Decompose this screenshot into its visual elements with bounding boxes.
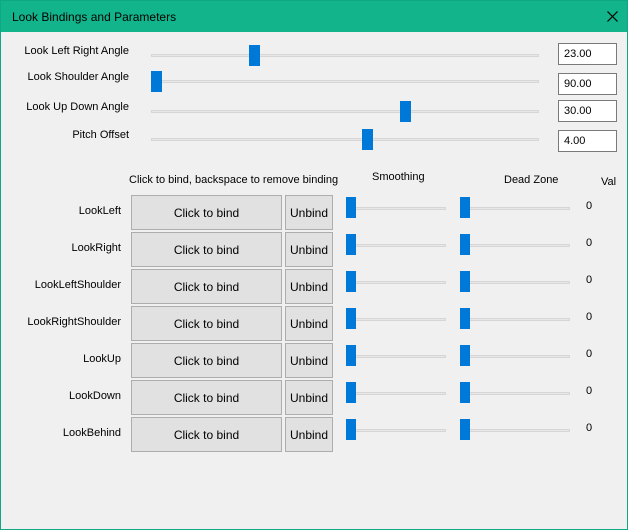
click-to-bind-button[interactable]: Click to bind: [131, 380, 282, 415]
binding-value: 0: [586, 311, 593, 323]
param-slider-thumb[interactable]: [400, 101, 411, 122]
binding-label: LookLeft: [78, 205, 121, 217]
deadzone-slider-thumb[interactable]: [460, 345, 470, 366]
click-to-bind-button[interactable]: Click to bind: [131, 195, 282, 230]
binding-label: LookRightShoulder: [27, 316, 121, 328]
param-value-input[interactable]: 4.00: [558, 130, 617, 152]
click-to-bind-button[interactable]: Click to bind: [131, 417, 282, 452]
param-value-input[interactable]: 23.00: [558, 43, 617, 65]
binding-value: 0: [586, 200, 593, 212]
binding-value: 0: [586, 348, 593, 360]
close-icon: [607, 11, 618, 22]
smoothing-slider-track[interactable]: [346, 244, 446, 247]
unbind-button[interactable]: Unbind: [285, 232, 333, 267]
close-button[interactable]: [597, 3, 627, 31]
smoothing-slider-track[interactable]: [346, 207, 446, 210]
param-slider-thumb[interactable]: [249, 45, 260, 66]
binding-label: LookDown: [69, 390, 121, 402]
bind-column-header: Click to bind, backspace to remove bindi…: [129, 174, 339, 186]
val-column-header: Val: [601, 176, 617, 188]
binding-value: 0: [586, 385, 593, 397]
deadzone-slider-thumb[interactable]: [460, 271, 470, 292]
param-label: Pitch Offset: [72, 129, 129, 141]
param-slider-thumb[interactable]: [362, 129, 373, 150]
smoothing-slider-track[interactable]: [346, 318, 446, 321]
smoothing-slider-track[interactable]: [346, 429, 446, 432]
look-bindings-window: Look Bindings and Parameters Look Left R…: [0, 0, 628, 530]
smoothing-slider-thumb[interactable]: [346, 382, 356, 403]
smoothing-slider-thumb[interactable]: [346, 345, 356, 366]
smoothing-slider-thumb[interactable]: [346, 419, 356, 440]
smoothing-slider-track[interactable]: [346, 281, 446, 284]
param-label: Look Shoulder Angle: [27, 71, 129, 83]
param-slider-thumb[interactable]: [151, 71, 162, 92]
smoothing-slider-track[interactable]: [346, 355, 446, 358]
binding-label: LookLeftShoulder: [34, 279, 121, 291]
param-slider-track[interactable]: [151, 54, 539, 57]
smoothing-slider-track[interactable]: [346, 392, 446, 395]
title-bar[interactable]: Look Bindings and Parameters: [1, 1, 627, 32]
deadzone-slider-track[interactable]: [460, 207, 570, 210]
deadzone-slider-track[interactable]: [460, 318, 570, 321]
unbind-button[interactable]: Unbind: [285, 269, 333, 304]
binding-label: LookBehind: [62, 427, 121, 439]
param-label: Look Up Down Angle: [26, 101, 129, 113]
smoothing-slider-thumb[interactable]: [346, 197, 356, 218]
unbind-button[interactable]: Unbind: [285, 380, 333, 415]
unbind-button[interactable]: Unbind: [285, 306, 333, 341]
deadzone-slider-track[interactable]: [460, 281, 570, 284]
binding-label: LookUp: [83, 353, 121, 365]
binding-value: 0: [586, 274, 593, 286]
deadzone-slider-track[interactable]: [460, 244, 570, 247]
param-label: Look Left Right Angle: [24, 45, 129, 57]
binding-value: 0: [586, 237, 593, 249]
deadzone-slider-thumb[interactable]: [460, 308, 470, 329]
deadzone-slider-track[interactable]: [460, 392, 570, 395]
param-value-input[interactable]: 30.00: [558, 100, 617, 122]
click-to-bind-button[interactable]: Click to bind: [131, 343, 282, 378]
deadzone-slider-thumb[interactable]: [460, 197, 470, 218]
unbind-button[interactable]: Unbind: [285, 343, 333, 378]
click-to-bind-button[interactable]: Click to bind: [131, 306, 282, 341]
param-slider-track[interactable]: [151, 138, 539, 141]
unbind-button[interactable]: Unbind: [285, 417, 333, 452]
deadzone-column-header: Dead Zone: [504, 174, 559, 186]
param-slider-track[interactable]: [151, 80, 539, 83]
window-title: Look Bindings and Parameters: [12, 10, 177, 24]
deadzone-slider-thumb[interactable]: [460, 234, 470, 255]
param-slider-track[interactable]: [151, 110, 539, 113]
binding-value: 0: [586, 422, 593, 434]
deadzone-slider-thumb[interactable]: [460, 382, 470, 403]
smoothing-slider-thumb[interactable]: [346, 234, 356, 255]
binding-label: LookRight: [71, 242, 121, 254]
deadzone-slider-track[interactable]: [460, 355, 570, 358]
smoothing-slider-thumb[interactable]: [346, 308, 356, 329]
deadzone-slider-thumb[interactable]: [460, 419, 470, 440]
deadzone-slider-track[interactable]: [460, 429, 570, 432]
param-value-input[interactable]: 90.00: [558, 73, 617, 95]
click-to-bind-button[interactable]: Click to bind: [131, 269, 282, 304]
click-to-bind-button[interactable]: Click to bind: [131, 232, 282, 267]
smoothing-slider-thumb[interactable]: [346, 271, 356, 292]
smoothing-column-header: Smoothing: [372, 171, 425, 183]
unbind-button[interactable]: Unbind: [285, 195, 333, 230]
